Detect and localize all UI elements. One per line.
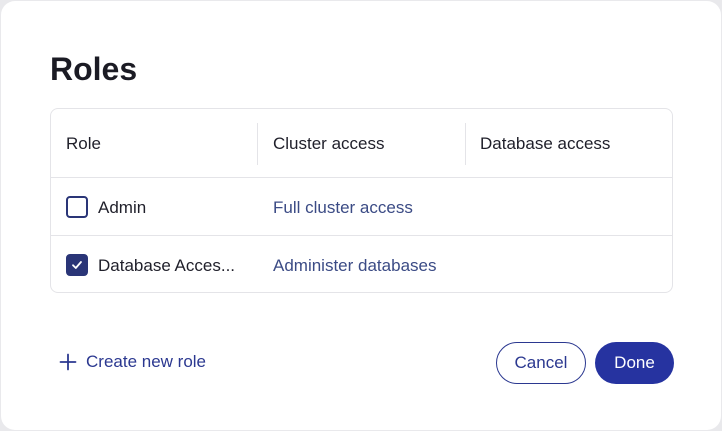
create-new-role-link[interactable]: Create new role bbox=[59, 345, 206, 379]
cluster-access-value: Full cluster access bbox=[273, 197, 413, 217]
column-header-role: Role bbox=[66, 133, 101, 153]
plus-icon bbox=[59, 353, 77, 371]
dialog-title: Roles bbox=[50, 51, 138, 87]
role-checkbox-database-access[interactable] bbox=[66, 254, 88, 276]
column-header-database-access: Database access bbox=[480, 133, 611, 153]
role-name: Database Acces... bbox=[98, 255, 236, 275]
cluster-access-value: Administer databases bbox=[273, 255, 437, 275]
done-button[interactable]: Done bbox=[595, 342, 674, 384]
roles-table: Role Cluster access Database access Admi… bbox=[50, 108, 673, 293]
create-new-role-label: Create new role bbox=[86, 352, 207, 371]
role-checkbox-admin[interactable] bbox=[66, 196, 88, 218]
cancel-button[interactable]: Cancel bbox=[496, 342, 586, 384]
roles-dialog: Roles Role Cluster access Database acces… bbox=[1, 1, 721, 430]
table-header: Role Cluster access Database access bbox=[51, 109, 672, 178]
table-row: Database Acces... Administer databases bbox=[51, 237, 672, 292]
column-divider bbox=[257, 123, 258, 165]
column-header-cluster-access: Cluster access bbox=[273, 133, 385, 153]
role-name: Admin bbox=[98, 197, 147, 217]
table-row: Admin Full cluster access bbox=[51, 179, 672, 236]
column-divider bbox=[465, 123, 466, 165]
check-icon bbox=[72, 261, 82, 269]
